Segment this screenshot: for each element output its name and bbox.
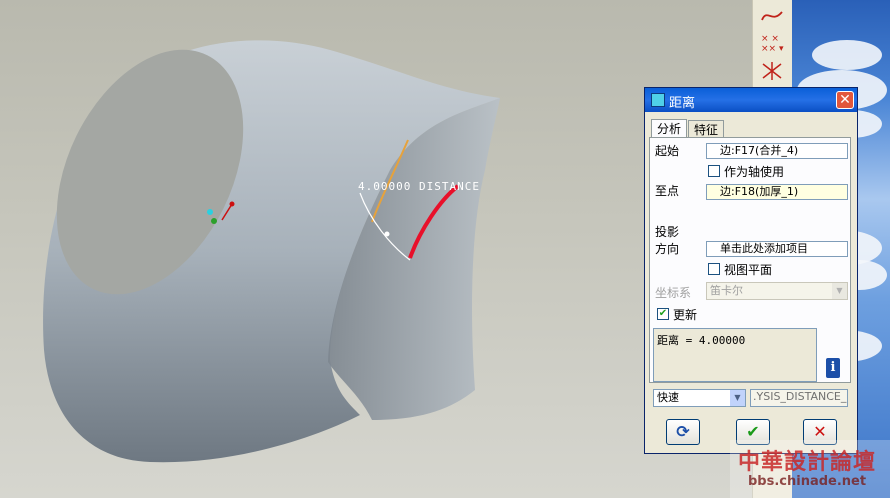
- coord-sys-value: 笛卡尔: [710, 284, 743, 297]
- tab-analysis[interactable]: 分析: [651, 119, 688, 139]
- close-button[interactable]: ✕: [836, 91, 854, 109]
- from-label: 起始: [655, 144, 680, 158]
- chevron-down-icon: ▼: [730, 390, 745, 406]
- distance-midpoint: [384, 231, 390, 237]
- graphics-viewport[interactable]: 4.00000 DISTANCE: [0, 0, 752, 498]
- projection-label: 投影: [655, 225, 680, 239]
- direction-field[interactable]: 单击此处添加项目: [706, 241, 848, 257]
- dialog-title: 距离: [669, 96, 696, 111]
- mode-value: 快速: [657, 391, 679, 404]
- chevron-down-icon: ▼: [832, 283, 847, 299]
- svg-text:×× ▾: ×× ▾: [761, 44, 784, 54]
- update-checkbox[interactable]: ✔: [657, 308, 669, 320]
- update-label: 更新: [673, 308, 698, 322]
- distance-dimension-label: 4.00000 DISTANCE: [358, 180, 480, 193]
- coord-sys-label: 坐标系: [655, 286, 692, 300]
- dialog-titlebar[interactable]: 距离 ✕: [645, 88, 857, 112]
- watermark-url: bbs.chinade.net: [748, 474, 867, 489]
- view-plane-label: 视图平面: [724, 263, 773, 277]
- mode-select[interactable]: 快速 ▼: [653, 389, 746, 407]
- repeat-icon: ⟳: [676, 422, 690, 441]
- dialog-app-icon: [651, 93, 665, 107]
- svg-text:× ×: × ×: [761, 34, 779, 44]
- to-field[interactable]: 边:F18(加厚_1): [706, 184, 848, 200]
- repeat-button[interactable]: ⟳: [666, 419, 700, 445]
- 3d-model[interactable]: [0, 0, 752, 498]
- direction-label: 方向: [655, 242, 680, 256]
- result-display: 距离 = 4.00000: [653, 328, 817, 382]
- result-text: 距离 = 4.00000: [657, 334, 746, 347]
- curve-icon[interactable]: [759, 4, 785, 26]
- as-axis-label: 作为轴使用: [724, 165, 785, 179]
- coord-sys-select[interactable]: 笛卡尔 ▼: [706, 282, 848, 300]
- checkmark-icon: ✔: [746, 422, 760, 441]
- info-button[interactable]: i: [826, 358, 840, 378]
- to-label: 至点: [655, 184, 680, 198]
- as-axis-checkbox[interactable]: [708, 165, 720, 177]
- close-icon: ✕: [813, 422, 827, 441]
- from-field[interactable]: 边:F17(合并_4): [706, 143, 848, 159]
- view-plane-checkbox[interactable]: [708, 263, 720, 275]
- watermark-title: 中華設計論壇: [738, 450, 877, 475]
- coordinate-system-icon[interactable]: [759, 60, 785, 82]
- datum-points-icon[interactable]: × × ×× ▾: [759, 32, 785, 54]
- analysis-name-field[interactable]: .YSIS_DISTANCE_1: [750, 389, 848, 407]
